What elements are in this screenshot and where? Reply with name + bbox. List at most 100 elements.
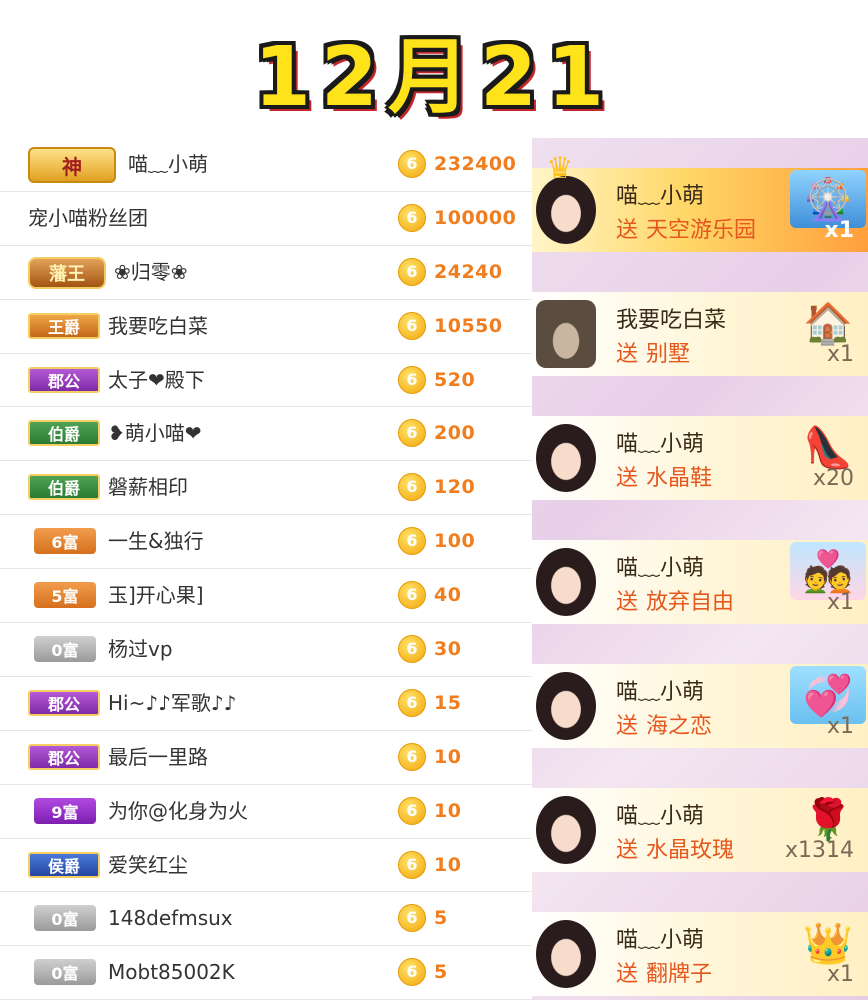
gift-name: 水晶玫瑰 [646, 838, 735, 863]
user-name[interactable]: 我要吃白菜 [108, 300, 208, 353]
rank-badge: 5富 [34, 582, 96, 609]
gift-send-line: 送别墅 [616, 336, 690, 368]
gift-card[interactable]: 喵﹏小萌送海之恋 💞 x1 [532, 664, 868, 748]
gift-count: x1 [826, 590, 854, 615]
user-name[interactable]: 宠小喵粉丝团 [28, 192, 148, 245]
user-name[interactable]: 玉]开心果] [108, 569, 204, 622]
user-name[interactable]: 太子❤殿下 [108, 354, 205, 407]
coin-icon: 6 [398, 311, 426, 340]
gift-name: 海之恋 [646, 714, 713, 739]
gift-card[interactable]: 喵﹏小萌送水晶玫瑰 🌹 x1314 [532, 788, 868, 872]
user-name[interactable]: Mobt85002K [108, 946, 235, 999]
user-name[interactable]: ❥萌小喵❤ [108, 407, 202, 460]
user-name[interactable]: 148defmsux [108, 892, 233, 945]
gift-count: x1314 [784, 838, 854, 863]
ranking-row[interactable]: 0富 杨过vp 6 30 [0, 623, 532, 677]
coin-icon: 6 [398, 419, 426, 448]
gift-count: x20 [812, 466, 854, 491]
ranking-row[interactable]: 0富 148defmsux 6 5 [0, 892, 532, 947]
ranking-row[interactable]: 5富 玉]开心果] 6 40 [0, 569, 532, 624]
user-name[interactable]: ❀归零❀ [114, 246, 188, 299]
rank-badge: 6富 [34, 528, 96, 555]
gift-count: x1 [826, 714, 854, 739]
ranking-row[interactable]: 伯爵 ❥萌小喵❤ 6 200 [0, 407, 532, 462]
score-value: 200 [434, 422, 476, 445]
gift-name: 天空游乐园 [646, 218, 757, 243]
gift-card[interactable]: 喵﹏小萌送水晶鞋 👠 x20 [532, 416, 868, 500]
ranking-row[interactable]: 郡公 太子❤殿下 6 520 [0, 354, 532, 408]
gift-card[interactable]: 喵﹏小萌送放弃自由 💑 x1 [532, 540, 868, 624]
user-name[interactable]: 爱笑红尘 [108, 839, 188, 892]
ranking-row[interactable]: 郡公 最后一里路 6 10 [0, 731, 532, 785]
coin-icon: 6 [398, 257, 426, 286]
ranking-row[interactable]: 9富 为你@化身为火 6 10 [0, 785, 532, 839]
user-name[interactable]: 磐薪相印 [108, 461, 188, 514]
rank-badge: 郡公 [28, 743, 100, 770]
avatar[interactable] [536, 548, 596, 616]
gift-count: x1 [826, 962, 854, 987]
coin-icon: 6 [398, 958, 426, 987]
coin-icon: 6 [398, 850, 426, 879]
gift-sender-name: 我要吃白菜 [616, 308, 727, 333]
gift-card[interactable]: 我要吃白菜送别墅 🏠 x1 [532, 292, 868, 376]
avatar[interactable] [536, 920, 596, 988]
user-name[interactable]: 一生&独行 [108, 515, 204, 568]
rank-badge: 神 [28, 147, 116, 183]
coin-icon: 6 [398, 150, 426, 178]
rank-badge: 侯爵 [28, 851, 100, 878]
coin-icon: 6 [398, 203, 426, 232]
send-label: 送 [616, 962, 639, 987]
coin-icon: 6 [398, 904, 426, 933]
score-value: 24240 [434, 260, 503, 283]
rank-badge: 0富 [34, 636, 96, 663]
rank-badge: 9富 [34, 797, 96, 824]
send-label: 送 [616, 466, 639, 491]
rank-badge: 藩王 [28, 256, 106, 289]
gift-feed: ♛ 喵﹏小萌送天空游乐园 🎡 x1 我要吃白菜送别墅 🏠 x1 喵﹏小萌送水晶鞋 👠 x20 喵﹏小… [532, 138, 868, 1000]
gift-sender-name: 喵﹏小萌 [616, 804, 705, 829]
rank-badge: 0富 [34, 959, 96, 986]
score-value: 10 [434, 745, 462, 768]
score-value: 100 [434, 530, 476, 553]
rank-badge: 王爵 [28, 312, 100, 339]
user-name[interactable]: Hi~♪♪军歌♪♪ [108, 677, 236, 730]
coin-icon: 6 [398, 688, 426, 717]
gift-send-line: 送水晶鞋 [616, 460, 712, 492]
ranking-row[interactable]: 侯爵 爱笑红尘 6 10 [0, 839, 532, 893]
avatar[interactable] [536, 796, 596, 864]
gift-sender-name: 喵﹏小萌 [616, 432, 705, 457]
gift-name: 别墅 [646, 342, 691, 367]
gift-send-line: 送放弃自由 [616, 584, 734, 616]
user-name[interactable]: 为你@化身为火 [108, 785, 248, 838]
ranking-row[interactable]: 0富 Mobt85002K 6 5 [0, 946, 532, 1000]
gift-card[interactable]: ♛ 喵﹏小萌送天空游乐园 🎡 x1 [532, 154, 868, 252]
ranking-row[interactable]: 王爵 我要吃白菜 6 10550 [0, 300, 532, 354]
ranking-row[interactable]: 郡公 Hi~♪♪军歌♪♪ 6 15 [0, 677, 532, 731]
avatar[interactable] [536, 672, 596, 740]
coin-icon: 6 [398, 365, 426, 394]
avatar[interactable] [536, 176, 596, 244]
ranking-row[interactable]: 神喵﹏小萌 6 232400 [0, 138, 532, 192]
user-name[interactable]: 喵﹏小萌 [128, 138, 208, 191]
ranking-row[interactable]: 伯爵 磐薪相印 6 120 [0, 461, 532, 516]
ranking-row[interactable]: 宠小喵粉丝团 6 100000 [0, 192, 532, 246]
coin-icon: 6 [398, 473, 426, 502]
coin-icon: 6 [398, 796, 426, 825]
ranking-list: 神喵﹏小萌 6 232400 宠小喵粉丝团 6 100000 藩王 ❀归零❀ 6 24240 王爵我… [0, 138, 532, 1000]
gift-send-line: 送海之恋 [616, 708, 712, 740]
crown-icon: ♛ [546, 151, 574, 186]
gift-card[interactable]: 喵﹏小萌送翻牌子 👑 x1 [532, 912, 868, 996]
avatar[interactable] [536, 300, 596, 368]
user-name[interactable]: 最后一里路 [108, 731, 208, 784]
score-value: 40 [434, 584, 462, 607]
coin-icon: 6 [398, 581, 426, 610]
gift-name: 翻牌子 [646, 962, 713, 987]
score-value: 120 [434, 476, 476, 499]
ranking-row[interactable]: 藩王 ❀归零❀ 6 24240 [0, 246, 532, 300]
user-name[interactable]: 杨过vp [108, 623, 173, 676]
ranking-row[interactable]: 6富 一生&独行 6 100 [0, 515, 532, 570]
score-value: 10 [434, 799, 462, 822]
avatar[interactable] [536, 424, 596, 492]
score-value: 10550 [434, 314, 503, 337]
score-value: 232400 [434, 153, 517, 175]
